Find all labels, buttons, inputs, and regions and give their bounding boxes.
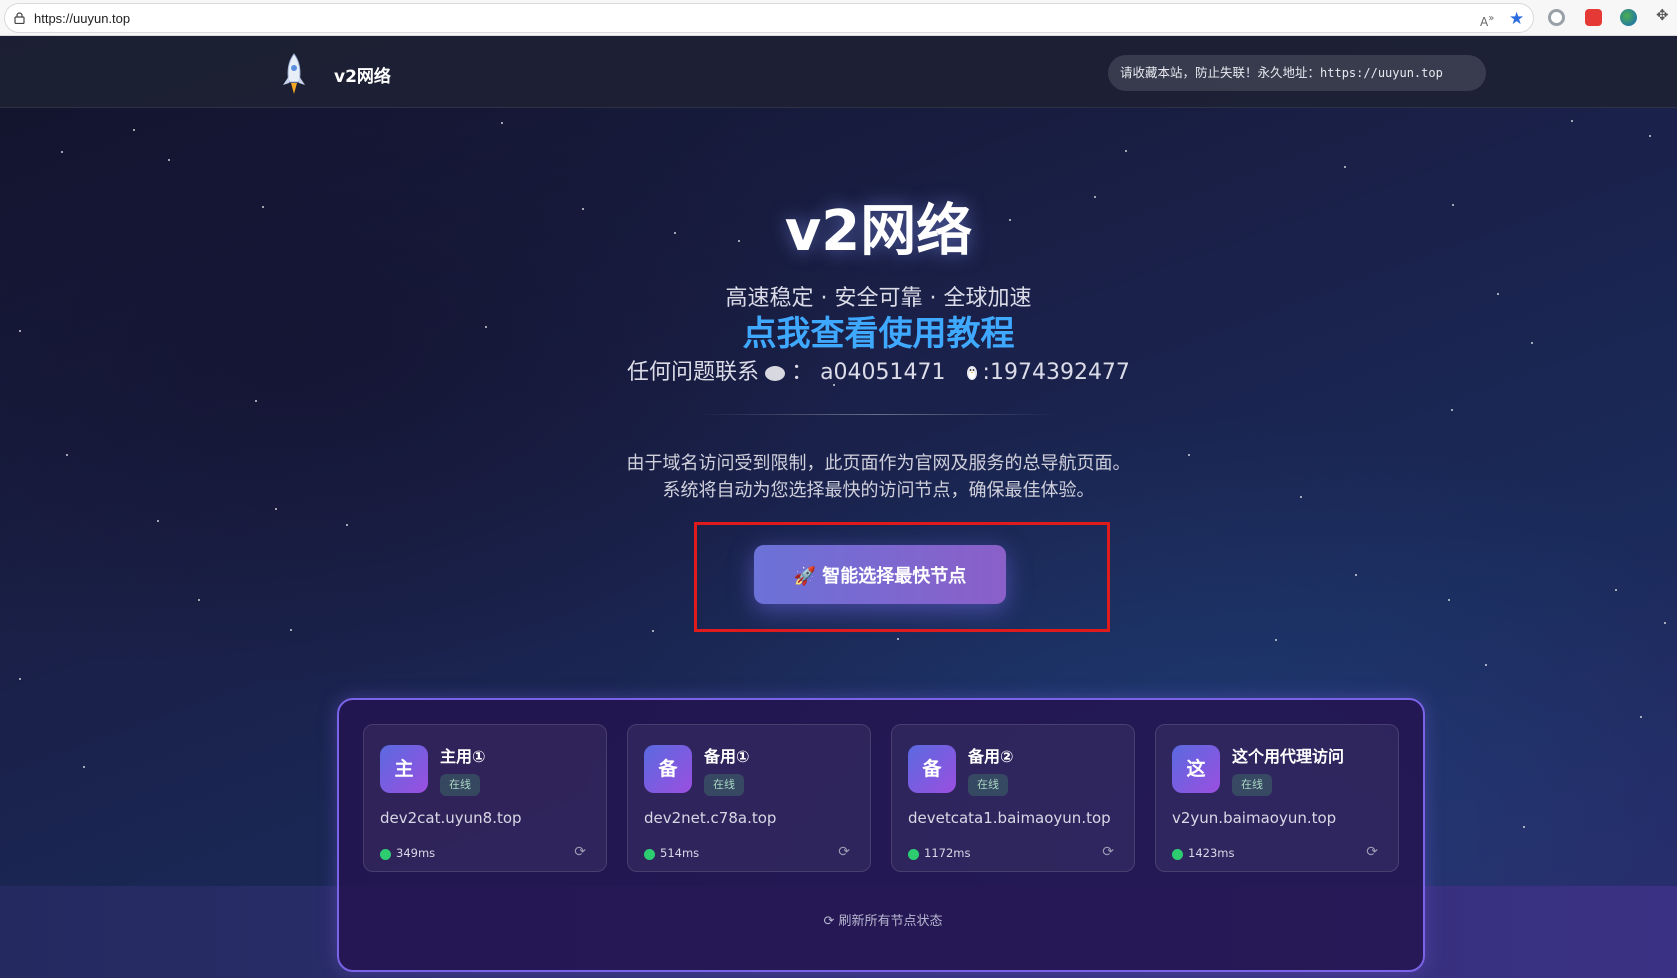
wechat-id: a04051471 [820,360,946,385]
extensions-puzzle-icon[interactable]: ✥ [1656,6,1673,24]
online-dot-icon [908,849,919,860]
extension-red-icon[interactable] [1585,9,1602,26]
node-card[interactable]: 这 这个用代理访问 在线 v2yun.baimaoyun.top 1423ms … [1155,724,1399,872]
node-name: 这个用代理访问 [1232,747,1345,766]
wechat-separator: ： [791,360,814,385]
wechat-icon [765,365,786,381]
node-avatar: 这 [1172,745,1220,793]
contact-line: 任何问题联系 ： a04051471 :1974392477 [0,354,1677,386]
node-name: 主用① [440,747,486,766]
qq-id: :1974392477 [982,360,1130,385]
extension-circle-icon[interactable] [1548,9,1565,26]
rocket-logo-icon[interactable] [280,52,308,96]
online-dot-icon [380,849,391,860]
star [1523,826,1525,828]
node-avatar: 备 [644,745,692,793]
star [1448,599,1450,601]
star [1571,120,1573,122]
star [275,508,277,510]
description-line-2: 系统将自动为您选择最快的访问节点，确保最佳体验。 [662,480,1095,501]
brand-name[interactable]: v2网络 [334,62,391,87]
star [1344,166,1346,168]
refresh-all-label: 刷新所有节点状态 [838,914,943,929]
refresh-icon[interactable]: ⟳ [838,844,850,860]
star [1485,664,1487,666]
hero-title: v2网络 [784,199,973,264]
star [652,630,654,632]
star [290,629,292,631]
node-status-badge: 在线 [440,774,480,796]
contact-prefix: 任何问题联系 [627,360,760,385]
rocket-icon: 🚀 [793,565,817,587]
node-name: 备用① [704,747,750,766]
node-card[interactable]: 备 备用② 在线 devetcata1.baimaoyun.top 1172ms… [891,724,1135,872]
node-status-badge: 在线 [968,774,1008,796]
navbar: v2网络 请收藏本站，防止失联！永久地址：https://uuyun.top [0,36,1677,108]
tutorial-link[interactable]: 点我查看使用教程 [0,306,1677,355]
refresh-all-button[interactable]: ⟳ 刷新所有节点状态 [339,910,1427,929]
node-latency: 514ms [660,846,700,860]
description: 由于域名访问受到限制，此页面作为官网及服务的总导航页面。 系统将自动为您选择最快… [0,450,1677,504]
node-latency: 1172ms [924,846,971,860]
star [255,400,257,402]
star [133,129,135,131]
node-domain[interactable]: dev2net.c78a.top [644,809,776,827]
page: v2网络 请收藏本站，防止失联！永久地址：https://uuyun.top v… [0,36,1677,978]
online-dot-icon [1172,849,1183,860]
node-status-badge: 在线 [704,774,744,796]
node-domain[interactable]: dev2cat.uyun8.top [380,809,522,827]
nodes-panel: 主 主用① 在线 dev2cat.uyun8.top 349ms ⟳ 备 备用①… [337,698,1425,972]
lock-icon [14,12,25,24]
refresh-icon[interactable]: ⟳ [1102,844,1114,860]
node-avatar: 主 [380,745,428,793]
star [157,520,159,522]
url-text[interactable]: https://uuyun.top [34,11,130,26]
star [1275,639,1277,641]
star [897,638,899,640]
star [1451,409,1453,411]
star [346,524,348,526]
node-domain[interactable]: v2yun.baimaoyun.top [1172,809,1336,827]
star [1640,716,1642,718]
star [1649,135,1651,137]
star [501,122,503,124]
star [1355,574,1357,576]
node-avatar: 备 [908,745,956,793]
node-card[interactable]: 备 备用① 在线 dev2net.c78a.top 514ms ⟳ [627,724,871,872]
node-name: 备用② [968,747,1014,766]
address-bar[interactable]: https://uuyun.top A» ★ [4,3,1534,33]
star [19,678,21,680]
node-latency: 1423ms [1188,846,1235,860]
node-status-badge: 在线 [1232,774,1272,796]
star [198,599,200,601]
divider [698,414,1058,415]
refresh-all-icon: ⟳ [823,914,839,929]
node-domain[interactable]: devetcata1.baimaoyun.top [908,809,1111,827]
extension-globe-icon[interactable] [1620,9,1637,26]
node-latency: 349ms [396,846,436,860]
notice-text: 请收藏本站，防止失联！永久地址： [1120,65,1321,80]
qq-penguin-icon [966,366,977,380]
star [83,766,85,768]
smart-select-label: 智能选择最快节点 [822,565,967,587]
star [168,159,170,161]
star [1125,150,1127,152]
star [1664,622,1666,624]
notice-url: https://uuyun.top [1320,66,1443,80]
refresh-icon[interactable]: ⟳ [1366,844,1378,860]
node-card[interactable]: 主 主用① 在线 dev2cat.uyun8.top 349ms ⟳ [363,724,607,872]
refresh-icon[interactable]: ⟳ [574,844,586,860]
star [61,151,63,153]
star [1615,589,1617,591]
browser-toolbar: https://uuyun.top A» ★ ✥ [0,0,1677,36]
smart-select-button[interactable]: 🚀 智能选择最快节点 [754,545,1006,604]
description-line-1: 由于域名访问受到限制，此页面作为官网及服务的总导航页面。 [626,453,1131,474]
online-dot-icon [644,849,655,860]
bookmark-notice: 请收藏本站，防止失联！永久地址：https://uuyun.top [1108,55,1486,91]
read-aloud-icon[interactable]: A» [1480,13,1494,29]
favorite-star-icon[interactable]: ★ [1509,9,1524,29]
